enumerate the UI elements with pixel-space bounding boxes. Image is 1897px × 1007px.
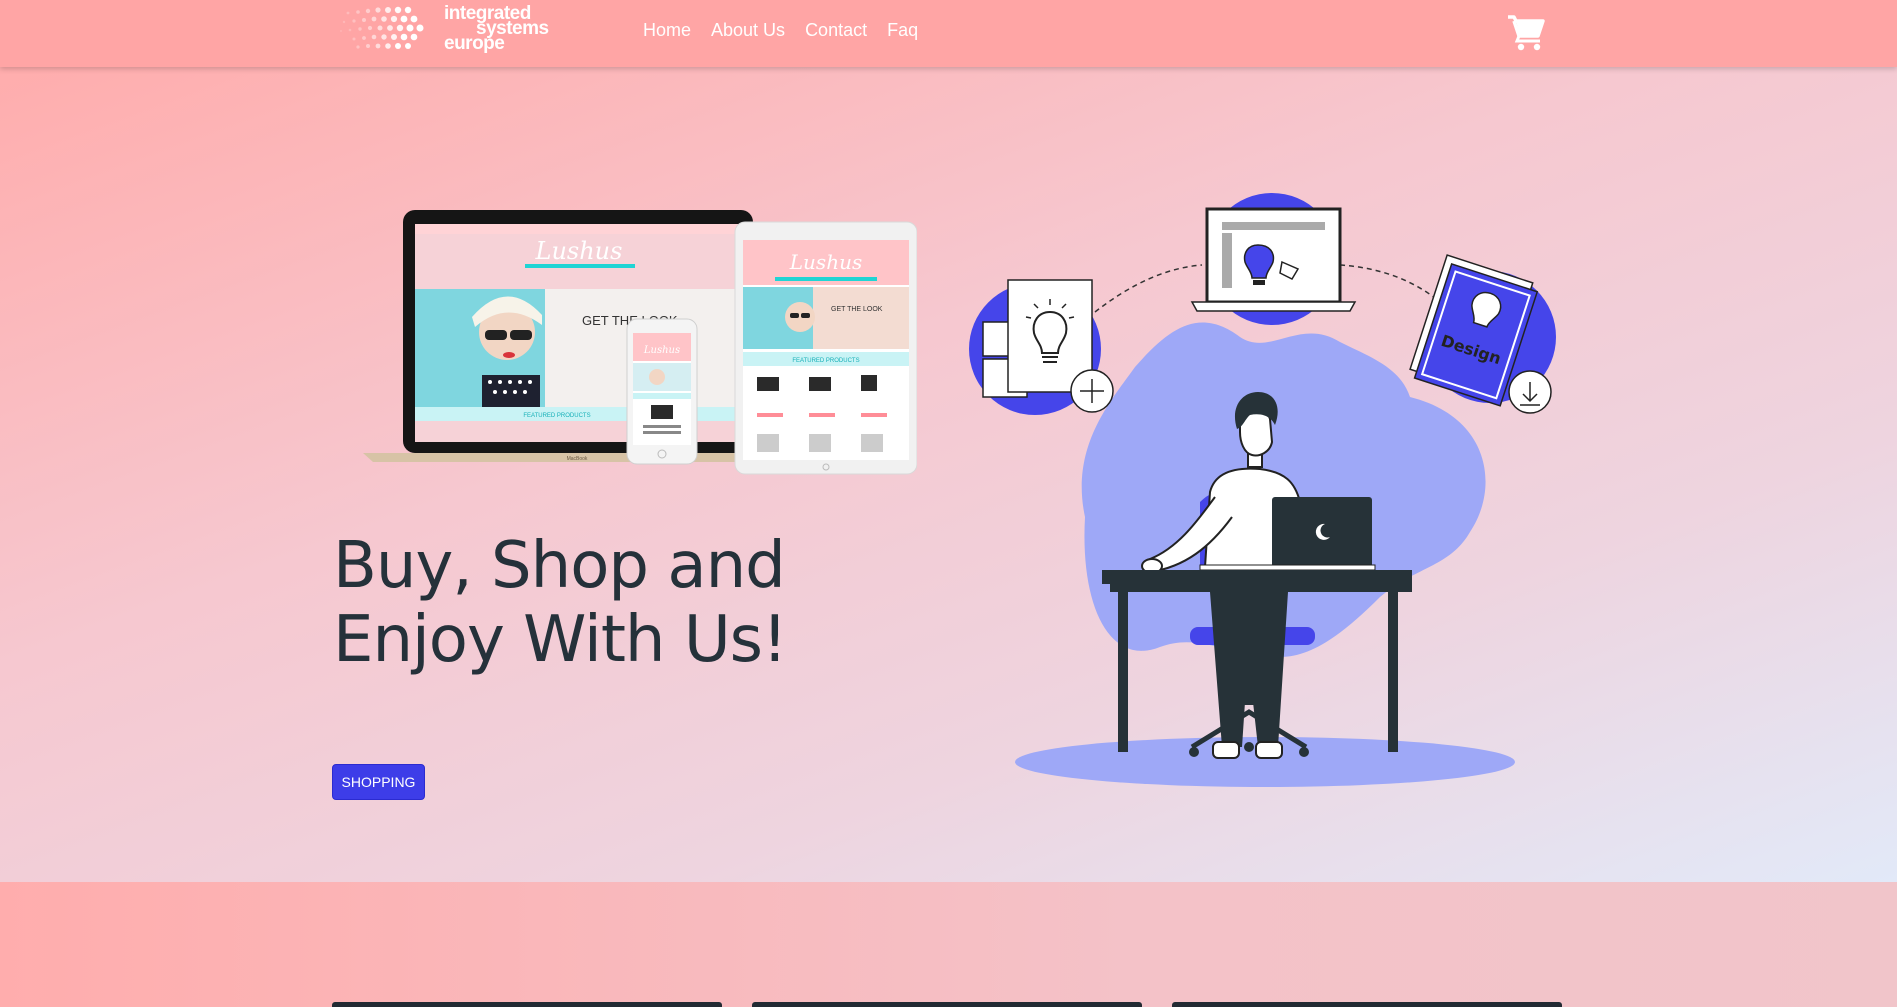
workspace-illustration: Design	[969, 193, 1556, 787]
nav-contact-link[interactable]: Contact	[805, 20, 867, 41]
product-card[interactable]	[1172, 1002, 1562, 1007]
hero-section: Lushus GET THE LOOK FEATURED PRODUCTS Ma…	[0, 67, 1897, 882]
svg-text:FEATURED PRODUCTS: FEATURED PRODUCTS	[792, 358, 859, 364]
devices-mockup-image: Lushus GET THE LOOK FEATURED PRODUCTS Ma…	[363, 210, 917, 475]
next-section	[0, 882, 1897, 1007]
laptop-brand-text: Lushus	[535, 237, 623, 265]
nav-faq-link[interactable]: Faq	[887, 20, 918, 41]
laptop-model-label: MacBook	[567, 456, 588, 462]
top-navbar: integrated systems europe Home About Us …	[0, 0, 1897, 67]
laptop-section-text: FEATURED PRODUCTS	[523, 413, 590, 419]
product-card[interactable]	[752, 1002, 1142, 1007]
product-card[interactable]	[332, 1002, 722, 1007]
hero-title: Buy, Shop and Enjoy With Us!	[333, 529, 788, 677]
brand-logo[interactable]: integrated systems europe	[336, 4, 576, 53]
shopping-button[interactable]: SHOPPING	[332, 764, 425, 800]
main-nav: Home About Us Contact Faq	[643, 20, 918, 41]
svg-text:Lushus: Lushus	[789, 250, 862, 274]
dot-grid-logo-icon	[340, 6, 424, 49]
brand-wordmark: integrated systems europe	[444, 4, 549, 53]
svg-text:GET THE LOOK: GET THE LOOK	[831, 306, 883, 313]
nav-home-link[interactable]: Home	[643, 20, 691, 41]
cart-button[interactable]	[1506, 12, 1546, 52]
svg-text:Lushus: Lushus	[643, 345, 680, 356]
nav-about-link[interactable]: About Us	[711, 20, 785, 41]
shopping-cart-icon	[1508, 15, 1545, 51]
